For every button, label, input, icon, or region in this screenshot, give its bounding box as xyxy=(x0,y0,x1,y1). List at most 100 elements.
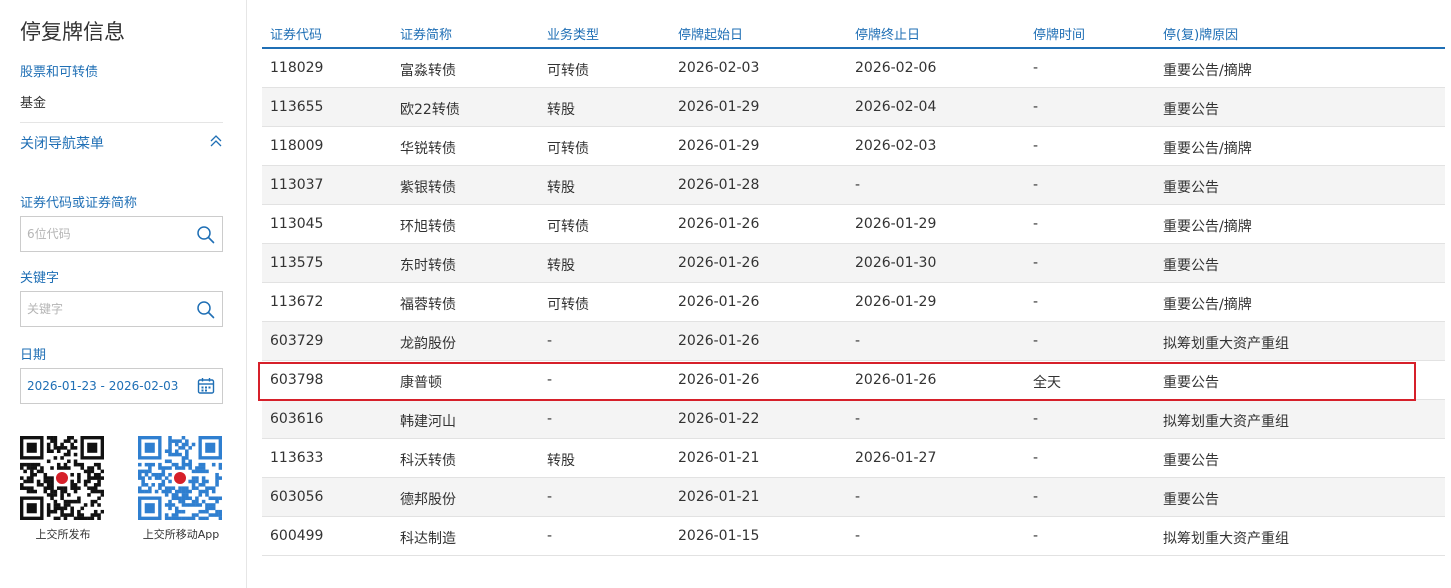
cell-name[interactable]: 东时转债 xyxy=(400,255,456,275)
date-range-picker[interactable]: 2026-01-23 - 2026-02-03 xyxy=(20,368,223,404)
col-header-time[interactable]: 停牌时间 xyxy=(1033,24,1085,43)
cell-end-date: - xyxy=(855,411,861,427)
cell-type: 可转债 xyxy=(547,141,589,157)
chevron-double-up-icon xyxy=(210,135,222,147)
cell-type: 转股 xyxy=(547,102,575,118)
cell-type: 可转债 xyxy=(547,63,589,79)
date-range-value: 2026-01-23 - 2026-02-03 xyxy=(27,379,179,393)
col-header-code[interactable]: 证券代码 xyxy=(270,24,322,43)
collapse-nav-toggle[interactable]: 关闭导航菜单 xyxy=(20,133,223,153)
cell-start-date: 2026-01-26 xyxy=(678,372,760,388)
cell-code[interactable]: 603616 xyxy=(270,411,323,427)
cell-time: - xyxy=(1033,528,1039,544)
cell-type: 转股 xyxy=(547,258,575,274)
cell-name[interactable]: 华锐转债 xyxy=(400,138,456,158)
cell-start-date: 2026-01-22 xyxy=(678,411,760,427)
qr-code-icon xyxy=(138,436,222,520)
cell-end-date: 2026-01-27 xyxy=(855,450,937,466)
cell-start-date: 2026-01-26 xyxy=(678,294,760,310)
cell-end-date: - xyxy=(855,489,861,505)
table-body: 118029 富淼转债 可转债 2026-02-03 2026-02-06- 重要公告/摘… xyxy=(262,49,1445,556)
cell-reason: 重要公告 xyxy=(1163,258,1219,274)
cell-name[interactable]: 科沃转债 xyxy=(400,450,456,470)
cell-code[interactable]: 113575 xyxy=(270,255,323,271)
keyword-input[interactable] xyxy=(21,292,191,326)
table-row: 118029 富淼转债 可转债 2026-02-03 2026-02-06 - 重要公告/摘… xyxy=(262,49,1445,88)
cell-code[interactable]: 603729 xyxy=(270,333,323,349)
cell-type: 转股 xyxy=(547,180,575,196)
cell-end-date: 2026-02-03 xyxy=(855,138,937,154)
cell-name[interactable]: 韩建河山 xyxy=(400,411,456,431)
cell-end-date: 2026-01-29 xyxy=(855,216,937,232)
col-header-reason[interactable]: 停(复)牌原因 xyxy=(1163,24,1238,43)
security-code-search-box xyxy=(20,216,223,252)
cell-name[interactable]: 龙韵股份 xyxy=(400,333,456,353)
cell-name[interactable]: 环旭转债 xyxy=(400,216,456,236)
cell-reason: 重要公告/摘牌 xyxy=(1163,141,1252,157)
cell-time: - xyxy=(1033,138,1039,154)
cell-time: - xyxy=(1033,216,1039,232)
nav-funds[interactable]: 基金 xyxy=(20,92,46,111)
cell-type: 转股 xyxy=(547,453,575,469)
col-header-end[interactable]: 停牌终止日 xyxy=(855,24,920,43)
table-row: 113633 科沃转债 转股 2026-01-21 2026-01-27 - 重要公告 xyxy=(262,439,1445,478)
cell-reason: 拟筹划重大资产重组 xyxy=(1163,531,1289,547)
cell-code[interactable]: 113672 xyxy=(270,294,323,310)
cell-code[interactable]: 113655 xyxy=(270,99,323,115)
cell-start-date: 2026-02-03 xyxy=(678,60,760,76)
col-header-start[interactable]: 停牌起始日 xyxy=(678,24,743,43)
cell-time: - xyxy=(1033,489,1039,505)
table-row: 113672 福蓉转债 可转债 2026-01-26 2026-01-29 - 重要公告/摘… xyxy=(262,283,1445,322)
cell-code[interactable]: 113045 xyxy=(270,216,323,232)
cell-type: - xyxy=(547,333,553,349)
sidebar: 停复牌信息 股票和可转债 基金 关闭导航菜单 证券代码或证券简称 关键字 日期 … xyxy=(0,0,247,588)
cell-time: - xyxy=(1033,60,1039,76)
qr-caption: 上交所移动App xyxy=(142,528,220,541)
cell-start-date: 2026-01-26 xyxy=(678,216,760,232)
cell-start-date: 2026-01-28 xyxy=(678,177,760,193)
cell-time: - xyxy=(1033,411,1039,427)
cell-end-date: 2026-01-29 xyxy=(855,294,937,310)
cell-code[interactable]: 603056 xyxy=(270,489,323,505)
cell-name[interactable]: 康普顿 xyxy=(400,372,442,392)
cell-time: - xyxy=(1033,177,1039,193)
cell-code[interactable]: 113633 xyxy=(270,450,323,466)
calendar-icon[interactable] xyxy=(197,377,215,395)
security-code-input[interactable] xyxy=(21,217,191,251)
search-icon[interactable] xyxy=(196,225,215,244)
cell-time: 全天 xyxy=(1033,375,1061,391)
cell-start-date: 2026-01-26 xyxy=(678,255,760,271)
cell-start-date: 2026-01-21 xyxy=(678,489,760,505)
table-row: 113045 环旭转债 可转债 2026-01-26 2026-01-29 - 重要公告/摘… xyxy=(262,205,1445,244)
security-code-label: 证券代码或证券简称 xyxy=(20,196,138,211)
cell-name[interactable]: 紫银转债 xyxy=(400,177,456,197)
cell-name[interactable]: 欧22转债 xyxy=(400,99,460,119)
cell-name[interactable]: 科达制造 xyxy=(400,528,456,548)
cell-reason: 重要公告 xyxy=(1163,453,1219,469)
cell-name[interactable]: 德邦股份 xyxy=(400,489,456,509)
qr-caption: 上交所发布 xyxy=(35,528,91,541)
cell-code[interactable]: 118029 xyxy=(270,60,323,76)
cell-type: - xyxy=(547,528,553,544)
col-header-type[interactable]: 业务类型 xyxy=(547,24,599,43)
search-icon[interactable] xyxy=(196,300,215,319)
cell-type: 可转债 xyxy=(547,219,589,235)
cell-end-date: 2026-02-06 xyxy=(855,60,937,76)
cell-end-date: 2026-01-30 xyxy=(855,255,937,271)
cell-name[interactable]: 富淼转债 xyxy=(400,60,456,80)
nav-stocks-convertibles[interactable]: 股票和可转债 xyxy=(20,61,98,80)
cell-code[interactable]: 118009 xyxy=(270,138,323,154)
col-header-name[interactable]: 证券简称 xyxy=(400,24,452,43)
cell-reason: 重要公告 xyxy=(1163,492,1219,508)
table-row: 603729 龙韵股份 - 2026-01-26 - - 拟筹划重大资产重组 xyxy=(262,322,1445,361)
cell-start-date: 2026-01-15 xyxy=(678,528,760,544)
cell-time: - xyxy=(1033,333,1039,349)
cell-code[interactable]: 600499 xyxy=(270,528,323,544)
cell-type: - xyxy=(547,489,553,505)
cell-type: - xyxy=(547,411,553,427)
cell-code[interactable]: 603798 xyxy=(270,372,323,388)
cell-end-date: - xyxy=(855,177,861,193)
collapse-nav-label: 关闭导航菜单 xyxy=(20,136,104,152)
cell-code[interactable]: 113037 xyxy=(270,177,323,193)
cell-name[interactable]: 福蓉转债 xyxy=(400,294,456,314)
